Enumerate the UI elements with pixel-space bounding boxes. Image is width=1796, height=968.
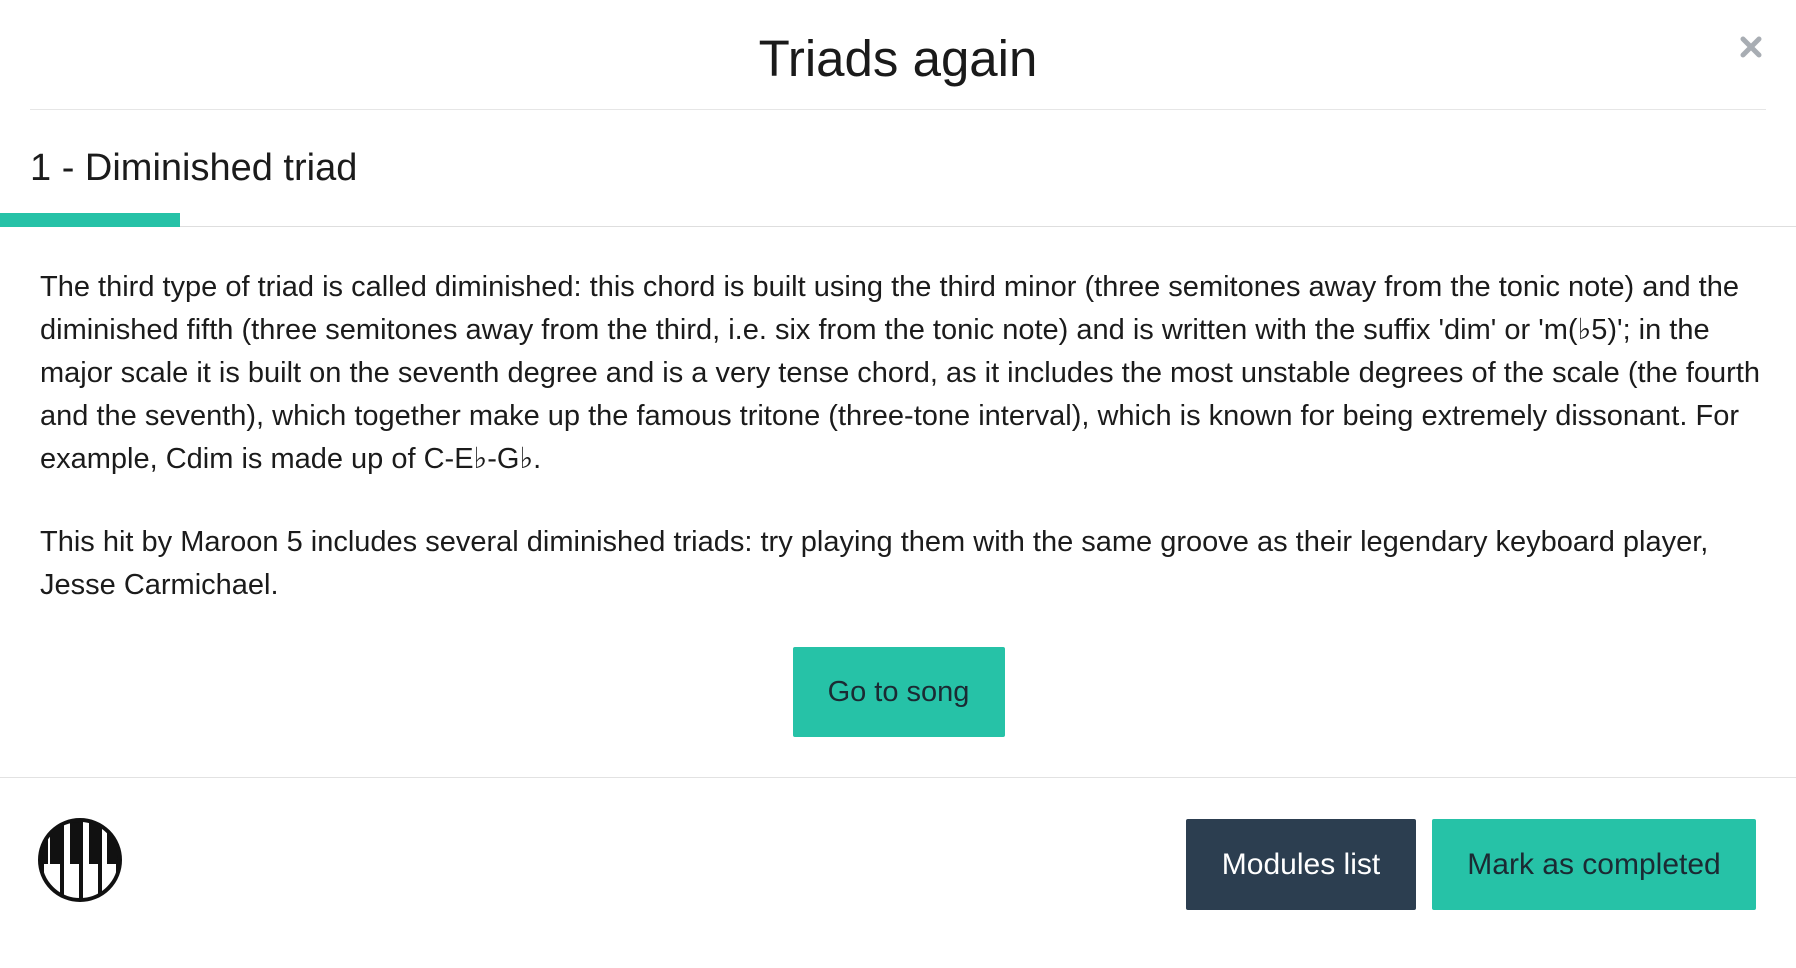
close-icon [1740, 36, 1762, 58]
lesson-header: 1 - Diminished triad [0, 110, 1796, 227]
lesson-paragraph: This hit by Maroon 5 includes several di… [40, 526, 1709, 601]
modal-title: Triads again [758, 30, 1038, 87]
close-button[interactable] [1734, 30, 1768, 64]
go-to-song-container: Go to song [0, 647, 1796, 737]
go-to-song-button[interactable]: Go to song [792, 647, 1005, 737]
lesson-title: 1 - Diminished triad [30, 147, 358, 189]
lesson-progress-fill [0, 213, 180, 227]
lesson-content: The third type of triad is called dimini… [40, 266, 1762, 647]
footer-actions: Modules list Mark as completed [1186, 819, 1756, 910]
modules-list-button[interactable]: Modules list [1186, 819, 1416, 910]
lesson-progress-bar [0, 213, 1796, 227]
piano-keys-icon [38, 818, 122, 902]
modal-header: Triads again [30, 0, 1766, 110]
lesson-paragraph: The third type of triad is called dimini… [40, 271, 1761, 475]
lesson-modal: Triads again 1 - Diminished triad The th… [0, 0, 1796, 968]
mark-as-completed-button[interactable]: Mark as completed [1432, 819, 1756, 910]
modal-footer: Modules list Mark as completed [0, 777, 1796, 968]
